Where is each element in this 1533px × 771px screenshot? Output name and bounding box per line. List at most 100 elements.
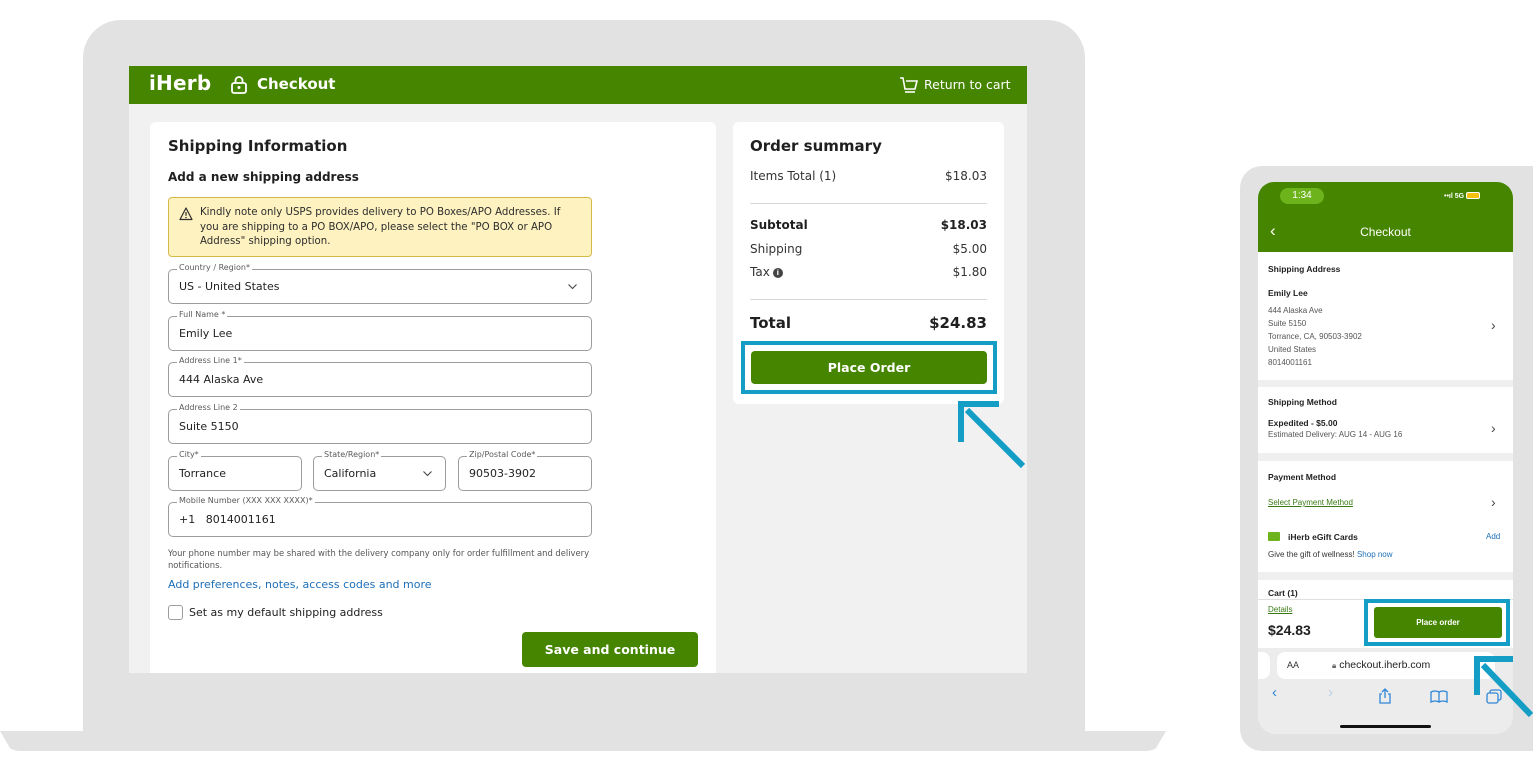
address-line-1-label: Address Line 1* [177,356,244,365]
laptop-base [0,731,1166,751]
mobile-number-value: +1 8014001161 [179,513,276,526]
shipping-method-section[interactable]: Shipping Method Expedited - $5.00 Estima… [1258,387,1513,453]
phone-helper-text: Your phone number may be shared with the… [168,548,590,570]
order-summary-title: Order summary [750,137,882,155]
full-name-label: Full Name * [177,310,228,319]
estimated-delivery: Estimated Delivery: AUG 14 - AUG 16 [1268,430,1403,439]
url-domain-row: 🔒︎ checkout.iherb.com [1332,659,1430,671]
order-summary-card: Order summary Items Total (1) $18.03 Sub… [733,122,1004,404]
chevron-down-icon [423,471,432,477]
gift-cards-section: iHerb eGift Cards Add Give the gift of w… [1258,520,1513,572]
city-field[interactable]: City* Torrance [168,450,302,491]
notice-text: Kindly note only USPS provides delivery … [200,207,561,247]
save-and-continue-button[interactable]: Save and continue [522,632,698,667]
shipping-label: Shipping [750,242,803,256]
mobile-number-field[interactable]: Mobile Number (XXX XXX XXXX)* +1 8014001… [168,496,592,537]
details-link[interactable]: Details [1268,605,1292,614]
tax-value: $1.80 [952,265,987,279]
full-name-field[interactable]: Full Name * Emily Lee [168,310,592,351]
lock-icon [231,76,247,94]
url-bar[interactable]: AA 🔒︎ checkout.iherb.com [1277,652,1495,679]
address-line-1-field[interactable]: Address Line 1* 444 Alaska Ave [168,356,592,397]
shipping-title: Shipping Information [168,137,348,155]
total-value: $24.83 [929,314,987,332]
info-icon[interactable]: i [772,268,783,278]
status-bar: 1:34 ••ıl 5G [1258,182,1513,212]
address-phone: 8014001161 [1268,358,1312,367]
pointer-arrow-icon [958,401,1026,469]
shipping-method-heading: Shipping Method [1268,397,1337,407]
cart-icon[interactable] [899,75,919,95]
home-indicator [1340,725,1431,728]
shipping-method-value: Expedited - $5.00 [1268,418,1338,428]
shipping-information-card: Shipping Information Add a new shipping … [150,122,716,673]
address-line: Torrance, CA, 90503-3902 [1268,332,1362,341]
gift-cards-text-row: Give the gift of wellness! Shop now [1268,550,1393,559]
state-label: State/Region* [322,450,382,459]
address-line-2-value: Suite 5150 [179,420,239,433]
place-order-button[interactable]: Place Order [751,351,987,384]
network-label: 5G [1454,193,1465,200]
country-label: Country / Region* [177,263,252,272]
back-icon[interactable]: ‹ [1272,684,1277,701]
items-total-value: $18.03 [945,169,987,183]
return-to-cart-link[interactable]: Return to cart [924,77,1011,92]
desktop-checkout-screen: iHerb Checkout Return to cart Shipping I… [129,66,1027,673]
items-total-label: Items Total (1) [750,169,837,183]
city-value: Torrance [179,467,226,480]
share-icon[interactable] [1378,688,1392,704]
divider [750,299,987,300]
divider [750,203,987,204]
zip-label: Zip/Postal Code* [467,450,538,459]
cart-heading: Cart (1) [1268,588,1298,598]
add-preferences-link[interactable]: Add preferences, notes, access codes and… [168,578,432,591]
full-name-value: Emily Lee [179,327,233,340]
shipping-address-heading: Shipping Address [1268,264,1341,274]
url-domain: checkout.iherb.com [1339,659,1431,671]
address-line-2-label: Address Line 2 [177,403,240,412]
default-address-checkbox[interactable] [168,605,183,620]
tax-label-group: Tax i [750,265,783,279]
warning-icon [179,207,193,221]
shop-now-link[interactable]: Shop now [1357,550,1393,559]
address-line-1-value: 444 Alaska Ave [179,373,264,386]
city-label: City* [177,450,201,459]
address-line: 444 Alaska Ave [1268,306,1323,315]
gift-card-icon [1268,532,1280,541]
text-size-button[interactable]: AA [1287,660,1299,670]
mobile-header: ‹ Checkout [1258,212,1513,252]
address-line: Suite 5150 [1268,319,1307,328]
mobile-checkout-screen: 1:34 ••ıl 5G ‹ Checkout Shipping Address… [1258,182,1513,734]
gift-cards-title: iHerb eGift Cards [1288,532,1358,542]
signal-indicator: ••ıl 5G [1444,192,1481,200]
state-select[interactable]: State/Region* California [313,450,446,491]
iherb-logo[interactable]: iHerb [149,71,211,95]
default-address-label[interactable]: Set as my default shipping address [189,606,383,619]
mobile-order-total: $24.83 [1268,622,1311,638]
subtotal-value: $18.03 [940,218,987,232]
shipping-address-section[interactable]: Shipping Address Emily Lee 444 Alaska Av… [1258,252,1513,380]
previous-tab-pill [1258,652,1270,679]
pointer-arrow-icon [1474,656,1533,718]
chevron-down-icon [568,284,577,290]
forward-icon[interactable]: › [1328,684,1333,701]
address-line-2-field[interactable]: Address Line 2 Suite 5150 [168,403,592,444]
country-select[interactable]: Country / Region* US - United States [168,263,592,304]
select-payment-method-link[interactable]: Select Payment Method [1268,498,1353,507]
status-time: 1:34 [1280,188,1324,204]
mobile-place-order-button[interactable]: Place order [1374,607,1502,638]
payment-method-section[interactable]: Payment Method Select Payment Method › [1258,461,1513,520]
subtotal-label: Subtotal [750,218,808,232]
gift-cards-text: Give the gift of wellness! [1268,550,1355,559]
signal-bars-icon: ••ıl [1444,193,1453,200]
payment-method-heading: Payment Method [1268,472,1337,482]
chevron-right-icon: › [1491,420,1496,436]
page-title: Checkout [257,75,336,93]
top-bar: iHerb Checkout Return to cart [129,66,1027,104]
bookmarks-icon[interactable] [1430,690,1448,703]
battery-icon [1466,192,1481,199]
mobile-page-title: Checkout [1360,225,1411,239]
zip-field[interactable]: Zip/Postal Code* 90503-3902 [458,450,592,491]
add-gift-card-link[interactable]: Add [1486,532,1500,541]
shipping-value: $5.00 [952,242,987,256]
